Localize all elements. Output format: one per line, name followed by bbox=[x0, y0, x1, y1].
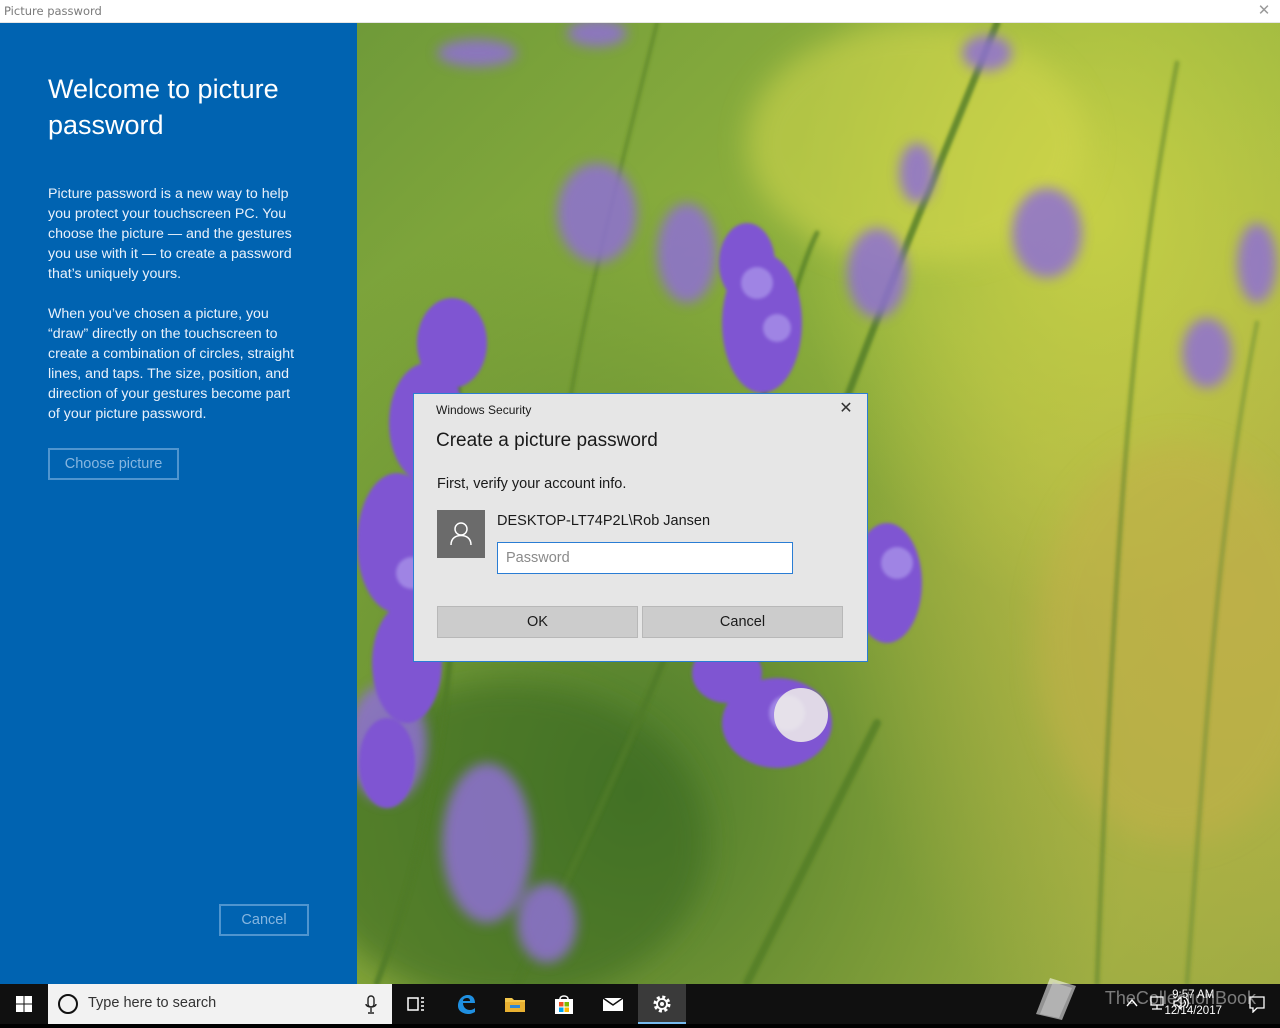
cortana-icon bbox=[58, 994, 78, 1014]
instructions-paragraph: When you’ve chosen a picture, you “draw”… bbox=[48, 306, 295, 422]
window-close-icon[interactable]: ✕ bbox=[1256, 2, 1272, 18]
cancel-button[interactable]: Cancel bbox=[219, 904, 309, 936]
file-explorer-taskbar-button[interactable] bbox=[491, 984, 539, 1024]
intro-paragraph: Picture password is a new way to help yo… bbox=[48, 186, 292, 282]
start-button[interactable] bbox=[0, 984, 48, 1024]
account-name: DESKTOP-LT74P2L\Rob Jansen bbox=[497, 513, 711, 529]
choose-picture-button[interactable]: Choose picture bbox=[48, 448, 179, 480]
store-icon bbox=[555, 995, 573, 1014]
dialog-close-icon[interactable]: ✕ bbox=[837, 400, 855, 418]
watermark-book-logo bbox=[1036, 978, 1076, 1020]
taskbar: Type here to search TheCollectionBook 9:… bbox=[0, 978, 1280, 1024]
taskbar-search-box[interactable]: Type here to search bbox=[48, 984, 392, 1024]
chevron-up-icon[interactable] bbox=[1126, 997, 1138, 1009]
network-icon[interactable] bbox=[1148, 994, 1166, 1012]
taskbar-clock[interactable]: 9:57 AM 12/14/2017 bbox=[1164, 987, 1222, 1019]
password-input[interactable] bbox=[497, 542, 793, 574]
clock-date: 12/14/2017 bbox=[1164, 1005, 1222, 1017]
system-tray: TheCollectionBook 9:57 AM 12/14/2017 bbox=[1030, 978, 1280, 1024]
search-placeholder: Type here to search bbox=[88, 995, 217, 1011]
dialog-heading: Create a picture password bbox=[436, 430, 658, 451]
settings-gear-icon bbox=[653, 995, 671, 1013]
microphone-icon[interactable] bbox=[364, 995, 378, 1015]
mail-taskbar-button[interactable] bbox=[589, 984, 637, 1024]
task-view-button[interactable] bbox=[392, 984, 440, 1024]
window-titlebar: Picture password ✕ bbox=[0, 0, 1280, 23]
windows-logo-icon bbox=[16, 996, 32, 1012]
task-view-icon bbox=[407, 997, 424, 1011]
window-title: Picture password bbox=[4, 4, 102, 18]
dialog-title: Windows Security bbox=[436, 403, 532, 417]
windows-security-dialog: Windows Security ✕ Create a picture pass… bbox=[413, 393, 868, 662]
edge-icon bbox=[458, 995, 475, 1014]
dialog-instruction: First, verify your account info. bbox=[437, 476, 627, 492]
ok-button[interactable]: OK bbox=[437, 606, 638, 638]
dialog-cancel-button[interactable]: Cancel bbox=[642, 606, 843, 638]
clock-time: 9:57 AM bbox=[1172, 989, 1215, 1001]
user-icon bbox=[450, 522, 472, 546]
mail-icon bbox=[602, 997, 624, 1011]
file-explorer-icon bbox=[505, 998, 525, 1012]
left-panel: Welcome to picture password Picture pass… bbox=[0, 23, 357, 984]
settings-taskbar-button[interactable] bbox=[638, 984, 686, 1024]
page-title: Welcome to picture password bbox=[48, 74, 279, 140]
store-taskbar-button[interactable] bbox=[540, 984, 588, 1024]
notification-icon[interactable] bbox=[1248, 995, 1266, 1013]
touch-point-indicator bbox=[774, 688, 828, 742]
user-avatar bbox=[437, 510, 485, 558]
edge-taskbar-button[interactable] bbox=[442, 984, 490, 1024]
